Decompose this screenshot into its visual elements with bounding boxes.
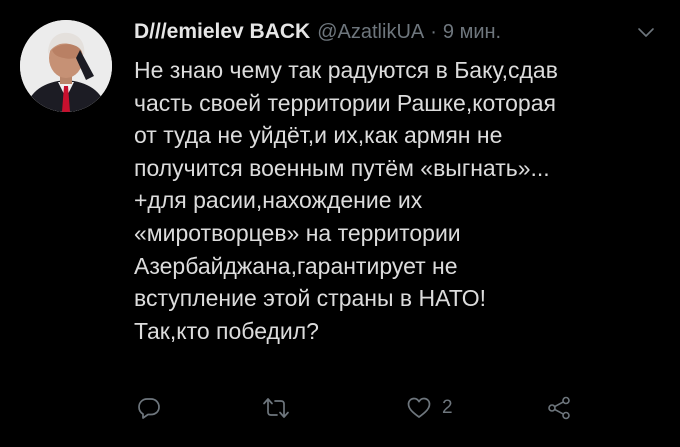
tweet-card[interactable]: D///emielev BACK @AzatlikUA · 9 мин. Не … [0, 0, 680, 447]
like-button[interactable]: 2 [406, 393, 453, 423]
display-name[interactable]: D///emielev BACK [134, 20, 310, 44]
tweet-line: часть своей территории Рашке,которая [134, 89, 556, 116]
like-count: 2 [442, 397, 453, 418]
tweet-line: +для расии,нахождение их [134, 187, 423, 214]
share-icon [548, 396, 570, 420]
share-button[interactable] [546, 393, 572, 423]
tweet-line: Так,кто победил? [134, 317, 319, 344]
heart-icon [407, 397, 431, 418]
tweet-header: D///emielev BACK @AzatlikUA · 9 мин. [134, 20, 501, 48]
retweet-button[interactable] [262, 393, 290, 423]
separator-dot: · [430, 21, 437, 43]
tweet-actions: 2 [134, 393, 594, 423]
user-handle[interactable]: @AzatlikUA [317, 21, 424, 44]
reply-button[interactable] [136, 393, 162, 423]
tweet-line: от туда не уйдёт,и их,как армян не [134, 122, 503, 149]
tweet-line: «миротворцев» на территории [134, 219, 461, 246]
reply-icon [138, 398, 160, 419]
tweet-line: Азербайджана,гарантирует не [134, 252, 458, 279]
tweet-line: Не знаю чему так радуются в Баку,сдав [134, 57, 558, 83]
avatar-photo [20, 20, 112, 112]
avatar[interactable] [20, 20, 112, 112]
retweet-icon [263, 398, 289, 418]
tweet-text: Не знаю чему так радуются в Баку,сдав ча… [134, 54, 664, 347]
chevron-down-icon[interactable] [636, 26, 656, 40]
timestamp[interactable]: 9 мин. [443, 21, 501, 44]
tweet-line: получится военным путём «выгнать»... [134, 154, 550, 181]
tweet-line: вступление этой страны в НАТО! [134, 285, 486, 312]
